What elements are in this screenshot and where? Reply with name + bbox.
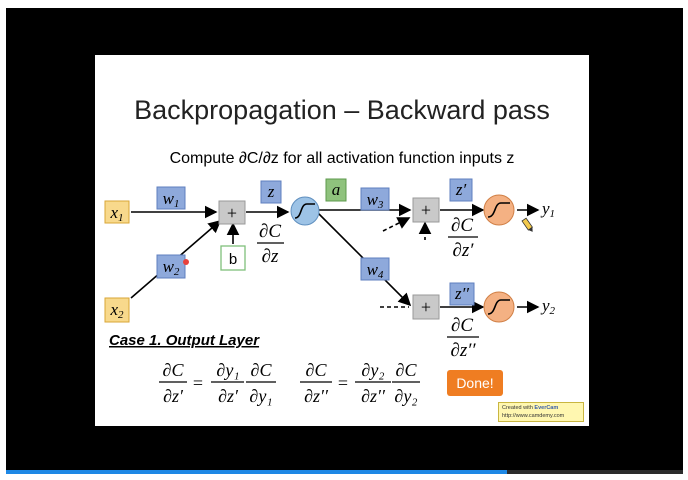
connections (130, 203, 540, 314)
z-double-prime-box: z′′ (449, 282, 475, 306)
dc-dz-prime-fraction: ∂C ∂z′ (448, 215, 478, 261)
dc-dz-fraction: ∂C ∂z (257, 221, 284, 267)
output-neuron-1 (483, 194, 515, 226)
pen-cursor-icon (521, 217, 533, 232)
slide-canvas: Backpropagation – Backward pass Compute … (104, 95, 556, 406)
svg-text:∂C: ∂C (451, 215, 473, 236)
evercam-watermark: Created with EverCam http://www.camdemy.… (498, 402, 584, 422)
svg-text:∂C: ∂C (451, 315, 473, 336)
weight-w4: w4 (360, 257, 390, 281)
a-box: a (325, 178, 347, 202)
slide-title: Backpropagation – Backward pass (134, 95, 550, 125)
input-x2: x2 (104, 297, 130, 323)
output-y2: y2 (540, 296, 556, 317)
watermark-prefix: Created with (502, 405, 535, 411)
dc-dz-double-prime-fraction: ∂C ∂z′′ (447, 315, 479, 361)
svg-text:z′′: z′′ (454, 284, 469, 303)
equation-output-1: ∂C ∂z′ = ∂y₁ ∂z′ ∂C ∂y₁ (159, 360, 276, 406)
svg-text:∂z′: ∂z′ (163, 386, 184, 406)
case-label: Case 1. Output Layer (109, 332, 260, 349)
svg-text:∂y₂: ∂y₂ (361, 360, 384, 380)
slide-subtitle: Compute ∂C/∂z for all activation functio… (170, 150, 515, 167)
weight-w2: w2 (156, 254, 189, 279)
svg-text:b: b (229, 251, 237, 268)
svg-text:∂y₁: ∂y₁ (216, 360, 239, 380)
video-progress-bar[interactable] (6, 470, 683, 474)
svg-text:=: = (338, 373, 348, 393)
output-y1: y1 (540, 199, 555, 220)
svg-text:∂z′′: ∂z′′ (450, 340, 476, 361)
svg-text:∂z′: ∂z′ (218, 386, 239, 406)
watermark-url: http://www.camdemy.com (502, 413, 565, 419)
sum-node-1: + (218, 200, 246, 225)
weight-w3: w3 (360, 187, 390, 211)
watermark-brand: EverCam (534, 405, 559, 411)
svg-text:z: z (267, 182, 275, 201)
svg-text:=: = (193, 373, 203, 393)
sum-node-2: + (412, 197, 440, 223)
weight-w1: w1 (156, 186, 186, 210)
svg-text:+: + (421, 200, 431, 220)
svg-text:∂C: ∂C (396, 360, 418, 380)
svg-text:∂C: ∂C (251, 360, 273, 380)
z-box: z (260, 180, 282, 204)
z-prime-box: z′ (449, 178, 473, 202)
equation-output-2: ∂C ∂z′′ = ∂y₂ ∂z′′ ∂C ∂y₂ (300, 360, 420, 406)
svg-text:+: + (227, 203, 237, 223)
svg-text:∂C: ∂C (163, 360, 185, 380)
svg-text:z′: z′ (455, 180, 467, 199)
bias-box: b (220, 245, 246, 271)
svg-text:a: a (332, 180, 341, 199)
svg-text:∂C: ∂C (306, 360, 328, 380)
input-x1: x1 (104, 200, 130, 224)
svg-text:∂y₂: ∂y₂ (394, 386, 417, 406)
svg-text:∂y₁: ∂y₁ (249, 386, 272, 406)
done-button[interactable]: Done! (447, 370, 503, 396)
slide: Backpropagation – Backward pass Compute … (95, 55, 589, 426)
svg-text:∂z: ∂z (262, 246, 279, 267)
cursor-dot-icon (183, 259, 189, 265)
svg-text:∂z′′: ∂z′′ (304, 386, 329, 406)
video-progress-fill (6, 470, 507, 474)
activation-neuron (290, 196, 320, 226)
svg-text:∂z′: ∂z′ (453, 240, 475, 261)
output-neuron-2 (483, 291, 515, 323)
svg-text:∂z′′: ∂z′′ (361, 386, 386, 406)
sum-node-3: + (412, 294, 440, 320)
svg-text:+: + (421, 297, 431, 317)
svg-text:∂C: ∂C (259, 221, 281, 242)
